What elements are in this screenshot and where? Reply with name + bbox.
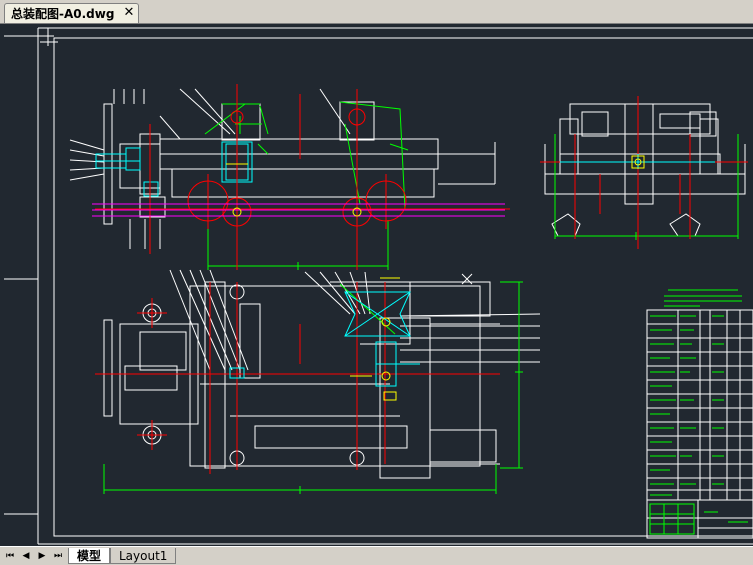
tab-model[interactable]: 模型 — [68, 548, 111, 564]
drawing-canvas[interactable] — [0, 24, 753, 546]
plan-view — [95, 269, 541, 494]
document-tab-title: 总装配图-A0.dwg — [11, 7, 115, 21]
next-tab-icon[interactable]: ▶ — [35, 550, 49, 562]
last-tab-icon[interactable]: ⏭ — [51, 550, 65, 562]
parts-list-table — [646, 289, 753, 539]
previous-tab-icon[interactable]: ◀ — [19, 550, 33, 562]
layout-tab-bar: ⏮ ◀ ▶ ⏭ 模型 Layout1 — [0, 546, 753, 565]
side-view — [540, 96, 748, 249]
document-tab[interactable]: 总装配图-A0.dwg ✕ — [4, 3, 140, 23]
cad-drawing — [4, 27, 753, 545]
document-tab-bar: 总装配图-A0.dwg ✕ — [0, 0, 753, 24]
close-icon[interactable]: ✕ — [124, 6, 135, 20]
first-tab-icon[interactable]: ⏮ — [3, 550, 17, 562]
front-view — [69, 84, 510, 270]
tab-layout1[interactable]: Layout1 — [110, 548, 177, 564]
